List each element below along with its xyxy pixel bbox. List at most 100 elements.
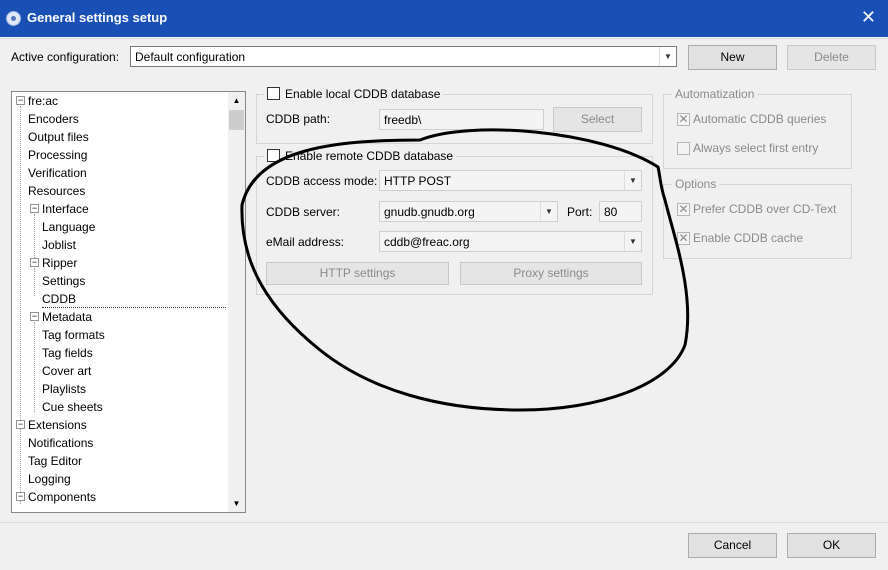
email-dropdown[interactable]: cddb@freac.org ▼ bbox=[379, 231, 642, 252]
access-mode-dropdown[interactable]: HTTP POST ▼ bbox=[379, 170, 642, 191]
tree-item-joblist[interactable]: Joblist bbox=[42, 236, 76, 254]
auto-queries-checkbox[interactable]: ✕ bbox=[677, 113, 690, 126]
tree-item-label: Playlists bbox=[42, 382, 87, 396]
tree-guide-line bbox=[34, 322, 35, 412]
tree-scrollbar[interactable]: ▲ ▼ bbox=[228, 92, 245, 512]
tree-item-label: Output files bbox=[28, 130, 89, 144]
tree-item-label: Cue sheets bbox=[42, 400, 103, 414]
remote-cddb-checkbox[interactable] bbox=[267, 149, 280, 162]
tree-item-output-files[interactable]: Output files bbox=[28, 128, 89, 146]
tree-item-playlists[interactable]: Playlists bbox=[42, 380, 86, 398]
prefer-cddb-checkbox[interactable]: ✕ bbox=[677, 203, 690, 216]
remote-cddb-label: Enable remote CDDB database bbox=[285, 149, 454, 163]
cache-label: Enable CDDB cache bbox=[693, 231, 804, 245]
active-config-label: Active configuration: bbox=[11, 50, 120, 64]
cddb-path-value: freedb\ bbox=[384, 113, 422, 127]
new-button[interactable]: New bbox=[688, 45, 777, 70]
tree-item-label: Settings bbox=[42, 274, 86, 288]
collapse-icon[interactable]: − bbox=[30, 312, 39, 321]
tree-item-language[interactable]: Language bbox=[42, 218, 95, 236]
collapse-icon[interactable]: − bbox=[16, 492, 25, 501]
port-value: 80 bbox=[604, 205, 618, 219]
cddb-path-label: CDDB path: bbox=[266, 112, 331, 126]
cddb-path-field[interactable]: freedb\ bbox=[379, 109, 544, 130]
scroll-down-icon[interactable]: ▼ bbox=[228, 495, 245, 512]
access-mode-value: HTTP POST bbox=[384, 174, 452, 188]
ok-button[interactable]: OK bbox=[787, 533, 876, 558]
port-label: Port: bbox=[567, 205, 593, 219]
tree-item-processing[interactable]: Processing bbox=[28, 146, 87, 164]
tree-item-resources[interactable]: Resources bbox=[28, 182, 85, 200]
prefer-cddb-label: Prefer CDDB over CD-Text bbox=[693, 202, 837, 216]
tree-item-label: Encoders bbox=[28, 112, 79, 126]
server-label: CDDB server: bbox=[266, 205, 341, 219]
tree-item-label: Ripper bbox=[42, 256, 78, 270]
tree-item-verification[interactable]: Verification bbox=[28, 164, 87, 182]
email-label: eMail address: bbox=[266, 235, 345, 249]
options-group bbox=[663, 184, 852, 259]
select-button[interactable]: Select bbox=[553, 107, 642, 132]
tree-item-cue-sheets[interactable]: Cue sheets bbox=[42, 398, 103, 416]
cache-checkbox[interactable]: ✕ bbox=[677, 232, 690, 245]
tree-item-encoders[interactable]: Encoders bbox=[28, 110, 79, 128]
chevron-down-icon: ▼ bbox=[540, 202, 557, 221]
access-mode-label: CDDB access mode: bbox=[266, 174, 378, 188]
server-dropdown[interactable]: gnudb.gnudb.org ▼ bbox=[379, 201, 558, 222]
always-first-label: Always select first entry bbox=[693, 141, 819, 155]
remote-cddb-group-title: Enable remote CDDB database bbox=[264, 149, 457, 163]
app-icon bbox=[6, 11, 21, 26]
scroll-up-icon[interactable]: ▲ bbox=[228, 92, 245, 109]
email-value: cddb@freac.org bbox=[384, 235, 470, 249]
chevron-down-icon: ▼ bbox=[624, 232, 641, 251]
chevron-down-icon: ▼ bbox=[624, 171, 641, 190]
tree-item-label: Extensions bbox=[28, 418, 87, 432]
server-value: gnudb.gnudb.org bbox=[384, 205, 475, 219]
tree-guide-line bbox=[20, 106, 21, 504]
scroll-thumb[interactable] bbox=[229, 110, 244, 130]
proxy-settings-button[interactable]: Proxy settings bbox=[460, 262, 642, 285]
port-field[interactable]: 80 bbox=[599, 201, 642, 222]
tree-item-label: Tag fields bbox=[42, 346, 93, 360]
tree-item-label: Processing bbox=[28, 148, 88, 162]
tree-item-label: Tag formats bbox=[42, 328, 105, 342]
tree-item-label: Interface bbox=[42, 202, 89, 216]
collapse-icon[interactable]: − bbox=[30, 204, 39, 213]
tree-item-label: Components bbox=[28, 490, 97, 504]
tree-item-label: Resources bbox=[28, 184, 86, 198]
local-cddb-group-title: Enable local CDDB database bbox=[264, 87, 444, 101]
tree-item-logging[interactable]: Logging bbox=[28, 470, 71, 488]
automatization-group bbox=[663, 94, 852, 169]
title-separator bbox=[0, 38, 888, 39]
close-icon[interactable]: ✕ bbox=[861, 6, 876, 28]
tree-item-label: Cover art bbox=[42, 364, 92, 378]
automatization-title: Automatization bbox=[672, 87, 758, 101]
window-title: General settings setup bbox=[27, 10, 168, 25]
tree-item-label: Verification bbox=[28, 166, 87, 180]
tree-item-label: Tag Editor bbox=[28, 454, 83, 468]
delete-button[interactable]: Delete bbox=[787, 45, 876, 70]
collapse-icon[interactable]: − bbox=[30, 258, 39, 267]
tree-item-label: CDDB bbox=[42, 292, 77, 306]
active-config-dropdown[interactable]: Default configuration ▼ bbox=[130, 46, 677, 67]
collapse-icon[interactable]: − bbox=[16, 420, 25, 429]
tree-item-label: fre:ac bbox=[28, 94, 59, 108]
tree-item-notifications[interactable]: Notifications bbox=[28, 434, 93, 452]
tree-item-label: Language bbox=[42, 220, 96, 234]
local-cddb-checkbox[interactable] bbox=[267, 87, 280, 100]
tree-item-cddb[interactable]: CDDB bbox=[42, 290, 226, 308]
tree-item-tag-editor[interactable]: Tag Editor bbox=[28, 452, 82, 470]
tree-guide-line bbox=[34, 214, 35, 260]
collapse-icon[interactable]: − bbox=[16, 96, 25, 105]
tree-item-tag-fields[interactable]: Tag fields bbox=[42, 344, 93, 362]
tree-item-cover-art[interactable]: Cover art bbox=[42, 362, 91, 380]
tree-item-tag-formats[interactable]: Tag formats bbox=[42, 326, 105, 344]
tree-guide-line bbox=[34, 268, 35, 296]
http-settings-button[interactable]: HTTP settings bbox=[266, 262, 449, 285]
tree-item-label: Notifications bbox=[28, 436, 94, 450]
cancel-button[interactable]: Cancel bbox=[688, 533, 777, 558]
settings-tree[interactable]: − fre:ac Encoders Output files Processin… bbox=[11, 91, 246, 513]
always-first-checkbox[interactable] bbox=[677, 142, 690, 155]
footer-separator bbox=[0, 522, 888, 523]
tree-item-label: Joblist bbox=[42, 238, 77, 252]
tree-item-settings[interactable]: Settings bbox=[42, 272, 85, 290]
